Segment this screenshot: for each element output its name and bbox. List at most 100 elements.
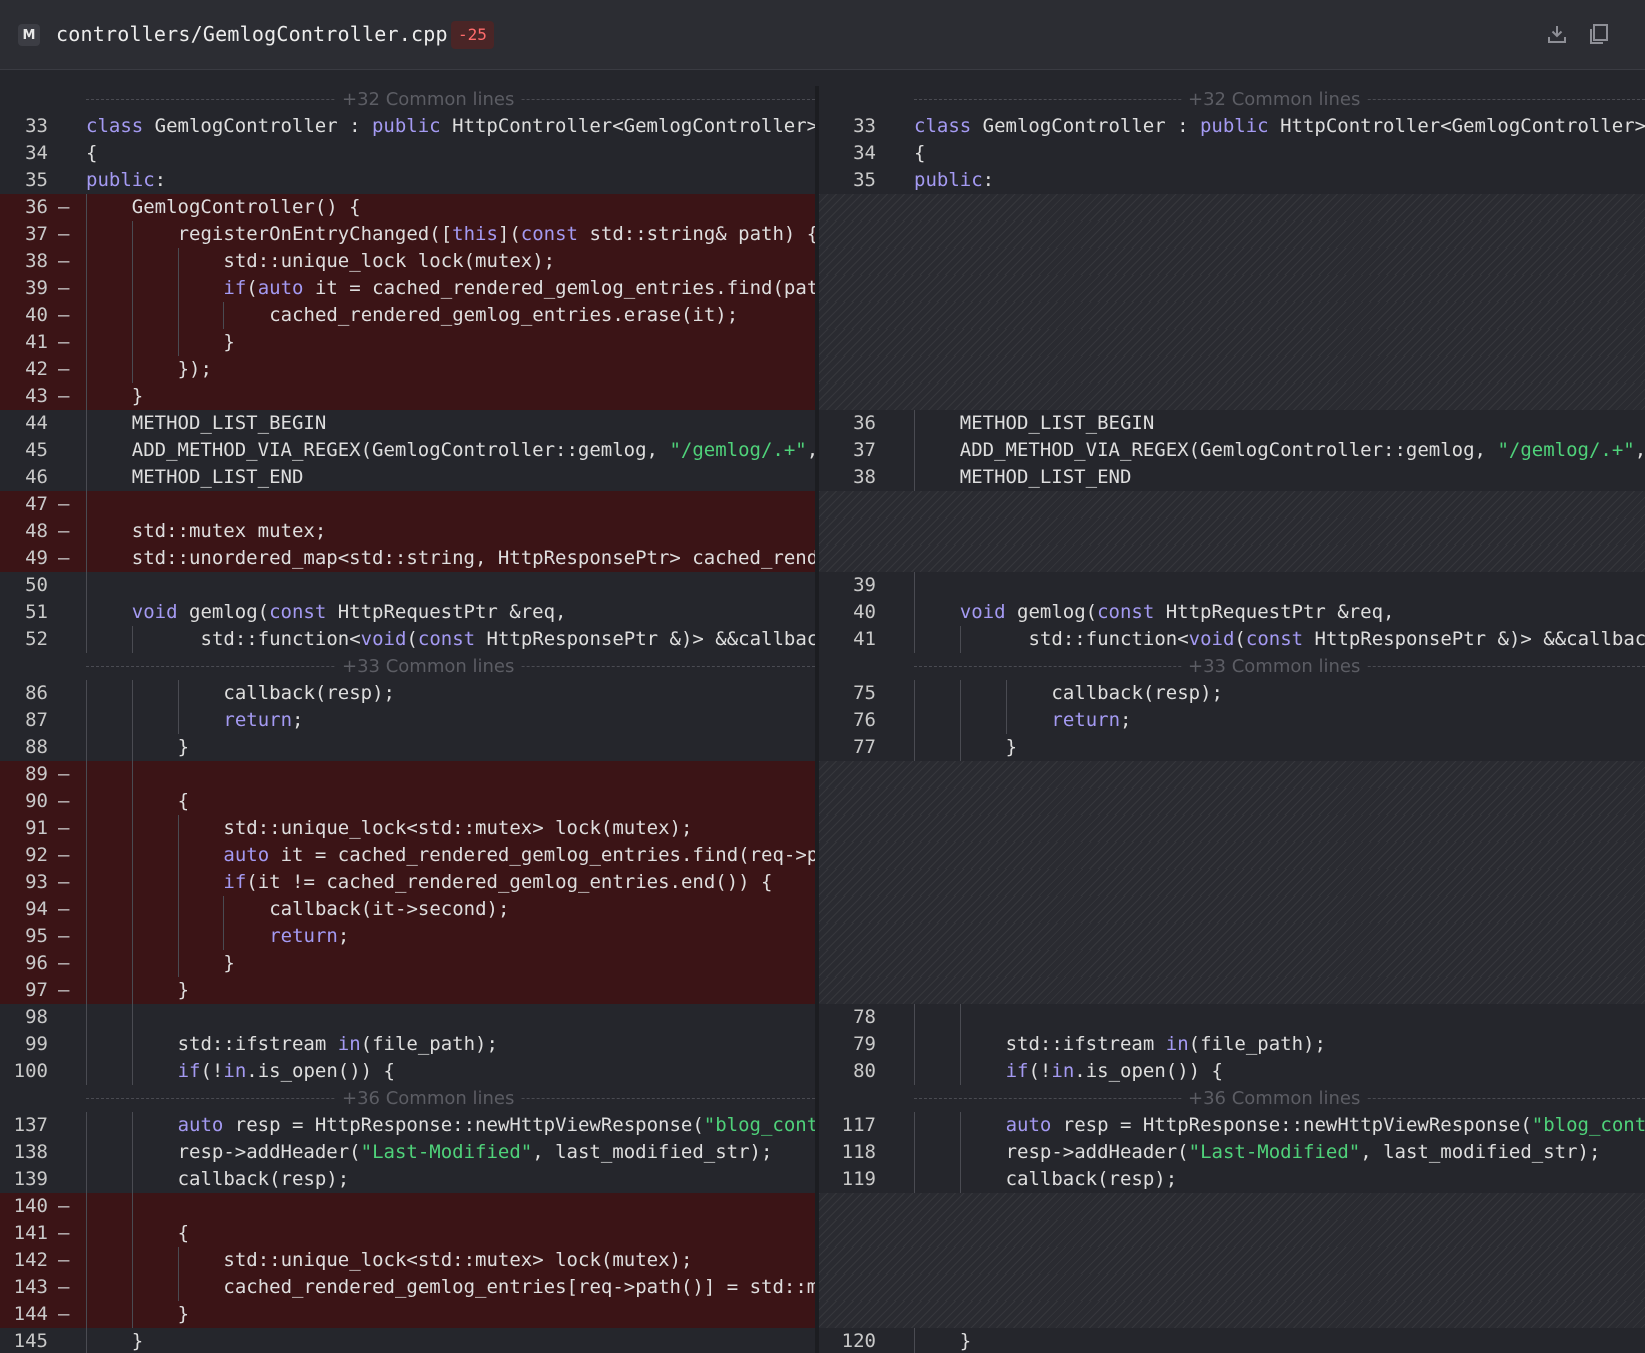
code-line[interactable]: 34 { <box>0 140 815 167</box>
deleted-code-line[interactable]: 97 —} <box>0 977 815 1004</box>
code-line[interactable]: 35 public: <box>819 167 1645 194</box>
common-lines-separator[interactable]: +36 Common lines <box>0 1085 815 1112</box>
code-token: ADD_METHOD_VIA_REGEX(GemlogController::g… <box>959 439 1498 461</box>
deleted-code-line[interactable]: 143 — cached_rendered_gemlog_entries[req->… <box>0 1274 815 1301</box>
code-line[interactable]: 36 METHOD_LIST_BEGIN <box>819 410 1645 437</box>
deleted-code-line[interactable]: 141 — { <box>0 1220 815 1247</box>
code-text: ADD_METHOD_VIA_REGEX(GemlogController::g… <box>132 437 815 464</box>
keyword-token: return <box>269 925 338 947</box>
download-icon[interactable] <box>1542 19 1572 49</box>
code-line[interactable]: 119 callback(resp); <box>819 1166 1645 1193</box>
indent-guide <box>914 572 915 599</box>
code-token: { <box>177 790 190 812</box>
code-line[interactable]: 41 std::function<void(const HttpResponseP… <box>819 626 1645 653</box>
indent-guide <box>177 329 179 356</box>
code-line[interactable]: 51 void gemlog(const HttpRequestPtr &req, <box>0 599 815 626</box>
deleted-code-line[interactable]: 47 — <box>0 491 815 518</box>
code-token: gemlog( <box>177 601 270 623</box>
deleted-code-line[interactable]: 48 — std::mutex mutex; <box>0 518 815 545</box>
indent-guide <box>914 1139 915 1166</box>
deleted-code-line[interactable]: 95 — return; <box>0 923 815 950</box>
indent-guide <box>959 1112 961 1139</box>
deleted-code-line[interactable]: 42 —}); <box>0 356 815 383</box>
deleted-code-line[interactable]: 43 —} <box>0 383 815 410</box>
pane-divider[interactable] <box>815 86 819 1353</box>
keyword-token: const <box>1245 628 1304 650</box>
common-lines-separator[interactable]: +36 Common lines <box>819 1085 1645 1112</box>
keyword-token: public <box>371 115 441 137</box>
indent-guide <box>131 842 133 869</box>
common-lines-separator[interactable]: +32 Common lines <box>0 86 815 113</box>
deleted-code-line[interactable]: 39 — if(auto it = cached_rendered_gemlog_e… <box>0 275 815 302</box>
string-token: "blog_content" <box>1531 1114 1645 1136</box>
code-line[interactable]: 38 METHOD_LIST_END <box>819 464 1645 491</box>
code-line[interactable]: 44 METHOD_LIST_BEGIN <box>0 410 815 437</box>
indent-guide <box>131 1274 133 1301</box>
code-line[interactable]: 145} <box>0 1328 815 1353</box>
deleted-code-line[interactable]: 49 — std::unordered_map<std::string, HttpR… <box>0 545 815 572</box>
code-line[interactable]: 33 class GemlogController : public HttpCo… <box>0 113 815 140</box>
file-path[interactable]: controllers/GemlogController.cpp <box>56 22 448 46</box>
code-token: callback(resp); <box>177 1168 350 1190</box>
code-line[interactable]: 39 <box>819 572 1645 599</box>
deleted-code-line[interactable]: 91 — std::unique_lock<std::mutex> lock(mut… <box>0 815 815 842</box>
code-line[interactable]: 34 { <box>819 140 1645 167</box>
code-line[interactable]: 87 return; <box>0 707 815 734</box>
deleted-code-line[interactable]: 89 — <box>0 761 815 788</box>
code-line[interactable]: 52 std::function<void(const HttpResponseP… <box>0 626 815 653</box>
deleted-code-line[interactable]: 38 — std::unique_lock lock(mutex); <box>0 248 815 275</box>
line-number: 42 <box>25 358 48 380</box>
copy-icon[interactable] <box>1584 19 1614 49</box>
code-line[interactable]: 100 if(!in.is_open()) { <box>0 1058 815 1085</box>
deleted-code-line[interactable]: 37 — registerOnEntryChanged([this](const s… <box>0 221 815 248</box>
code-line[interactable]: 98 <box>0 1004 815 1031</box>
indent-guide <box>86 410 87 437</box>
code-line[interactable]: 75 callback(resp); <box>819 680 1645 707</box>
deleted-code-line[interactable]: 36 — GemlogController() { <box>0 194 815 221</box>
line-number: 86 <box>25 682 48 704</box>
code-line[interactable]: 120} <box>819 1328 1645 1353</box>
code-line[interactable]: 118 resp->addHeader("Last-Modified", last… <box>819 1139 1645 1166</box>
code-line[interactable]: 117 auto resp = HttpResponse::newHttpView… <box>819 1112 1645 1139</box>
code-line[interactable]: 99 std::ifstream in(file_path); <box>0 1031 815 1058</box>
code-line[interactable]: 35 public: <box>0 167 815 194</box>
common-lines-separator[interactable]: +33 Common lines <box>819 653 1645 680</box>
indent-guide <box>86 437 87 464</box>
code-text: std::unique_lock lock(mutex); <box>223 248 555 275</box>
code-line[interactable]: 77} <box>819 734 1645 761</box>
code-text: { <box>86 140 97 167</box>
code-line[interactable]: 88} <box>0 734 815 761</box>
deletion-marker: — <box>58 1249 70 1271</box>
code-line[interactable]: 86 callback(resp); <box>0 680 815 707</box>
common-lines-separator[interactable]: +32 Common lines <box>819 86 1645 113</box>
code-line[interactable]: 50 <box>0 572 815 599</box>
code-line[interactable]: 40 void gemlog(const HttpRequestPtr &req, <box>819 599 1645 626</box>
code-line[interactable]: 137 auto resp = HttpResponse::newHttpView… <box>0 1112 815 1139</box>
common-lines-separator[interactable]: +33 Common lines <box>0 653 815 680</box>
line-number: 143 <box>13 1276 48 1298</box>
deleted-code-line[interactable]: 94 — callback(it->second); <box>0 896 815 923</box>
indent-guide <box>914 437 915 464</box>
code-line[interactable]: 80 if(!in.is_open()) { <box>819 1058 1645 1085</box>
deleted-code-line[interactable]: 92 — auto it = cached_rendered_gemlog_entr… <box>0 842 815 869</box>
code-line[interactable]: 79 std::ifstream in(file_path); <box>819 1031 1645 1058</box>
code-line[interactable]: 139 callback(resp); <box>0 1166 815 1193</box>
deleted-code-line[interactable]: 40 — cached_rendered_gemlog_entries.erase(… <box>0 302 815 329</box>
deleted-code-line[interactable]: 90 — { <box>0 788 815 815</box>
deleted-code-line[interactable]: 93 — if(it != cached_rendered_gemlog_entri… <box>0 869 815 896</box>
deleted-code-line[interactable]: 140 — <box>0 1193 815 1220</box>
code-line[interactable]: 33 class GemlogController : public HttpCo… <box>819 113 1645 140</box>
deleted-code-line[interactable]: 96 —} <box>0 950 815 977</box>
code-line[interactable]: 78 <box>819 1004 1645 1031</box>
code-line[interactable]: 37 ADD_METHOD_VIA_REGEX(GemlogController:… <box>819 437 1645 464</box>
indent-guide <box>131 869 133 896</box>
deleted-code-line[interactable]: 142 — std::unique_lock<std::mutex> lock(mu… <box>0 1247 815 1274</box>
indent-guide <box>914 626 915 653</box>
code-line[interactable]: 46 METHOD_LIST_END <box>0 464 815 491</box>
code-line[interactable]: 138 resp->addHeader("Last-Modified", last… <box>0 1139 815 1166</box>
code-line[interactable]: 76 return; <box>819 707 1645 734</box>
deleted-code-line[interactable]: 144 —} <box>0 1301 815 1328</box>
code-line[interactable]: 45 ADD_METHOD_VIA_REGEX(GemlogController:… <box>0 437 815 464</box>
deleted-code-line[interactable]: 41 —} <box>0 329 815 356</box>
line-number: 38 <box>25 250 48 272</box>
